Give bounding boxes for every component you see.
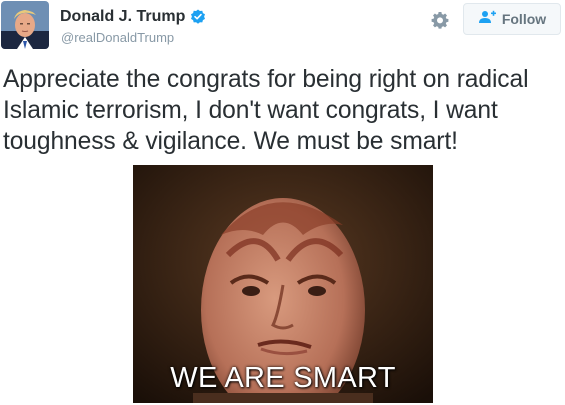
tweet-card: Donald J. Trump @realDonaldTrump Follow … — [0, 0, 565, 405]
display-name[interactable]: Donald J. Trump — [60, 8, 185, 26]
follow-label: Follow — [501, 11, 547, 27]
avatar[interactable] — [1, 1, 49, 49]
tweet-text: Appreciate the congrats for being right … — [3, 66, 529, 155]
verified-badge-icon — [190, 9, 206, 25]
add-user-icon — [478, 10, 496, 29]
follow-button[interactable]: Follow — [463, 3, 561, 35]
author-handle[interactable]: @realDonaldTrump — [61, 30, 174, 45]
gear-icon[interactable] — [431, 11, 449, 29]
meme-caption: WE ARE SMART — [170, 362, 396, 394]
author-name-row: Donald J. Trump — [60, 8, 206, 26]
tweet-media-image[interactable]: WE ARE SMART — [133, 165, 433, 403]
